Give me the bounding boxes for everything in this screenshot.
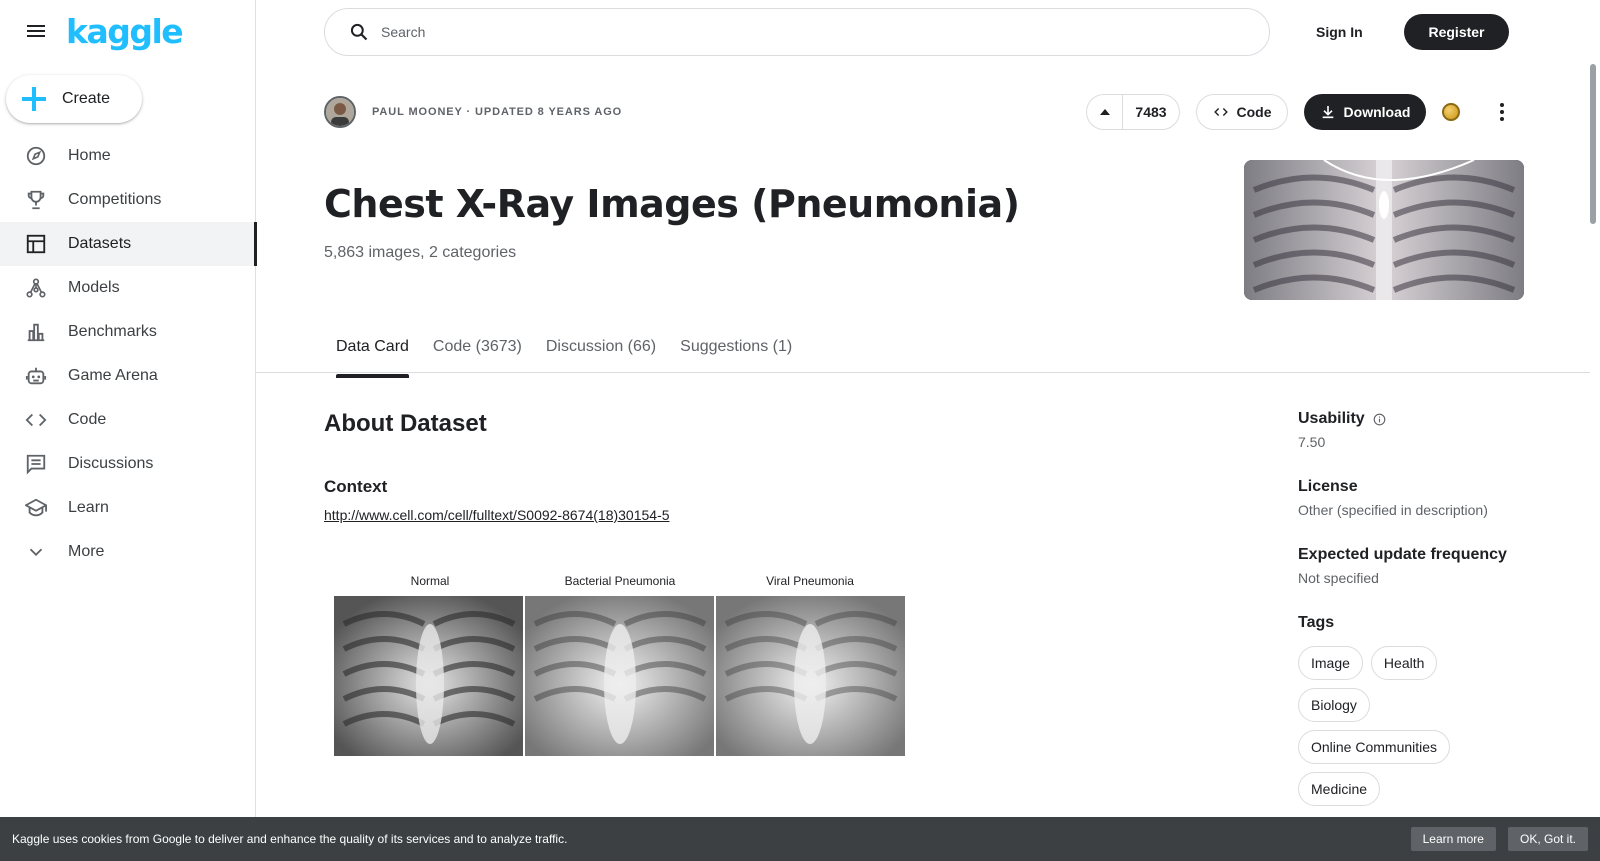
tags-label: Tags: [1298, 614, 1335, 631]
register-button[interactable]: Register: [1404, 14, 1509, 50]
sidebar-item-game-arena[interactable]: Game Arena: [0, 354, 256, 398]
dataset-tabs: Data Card Code (3673) Discussion (66) Su…: [336, 338, 792, 378]
sidebar-item-models[interactable]: Models: [0, 266, 256, 310]
figure-label-normal: Normal: [411, 574, 450, 588]
dataset-metadata-panel: Usability 7.50 License Other (specified …: [1298, 410, 1548, 806]
vote-count: 7483: [1135, 104, 1167, 120]
sidebar-item-label: Benchmarks: [68, 323, 157, 340]
upvote-control: 7483: [1086, 94, 1180, 130]
update-frequency-value: Not specified: [1298, 570, 1379, 586]
cookie-banner: Kaggle uses cookies from Google to deliv…: [0, 817, 1600, 861]
sidebar-item-label: More: [68, 543, 105, 560]
caret-up-icon: [1099, 109, 1110, 115]
sidebar: kaggle Create Home Competitions Datasets…: [0, 0, 257, 861]
code-icon: [24, 408, 48, 432]
comment-icon: [24, 452, 48, 476]
compass-icon: [24, 144, 48, 168]
sidebar-item-benchmarks[interactable]: Benchmarks: [0, 310, 256, 354]
sidebar-item-code[interactable]: Code: [0, 398, 256, 442]
page-scrollbar[interactable]: [1586, 0, 1600, 820]
cookie-message: Kaggle uses cookies from Google to deliv…: [12, 832, 568, 846]
sidebar-item-label: Models: [68, 279, 120, 296]
gold-medal-icon: [1442, 103, 1460, 121]
license-label: License: [1298, 478, 1358, 495]
models-icon: [24, 276, 48, 300]
ok-got-it-button[interactable]: OK, Got it.: [1507, 827, 1588, 851]
about-heading: About Dataset: [324, 410, 487, 437]
search-bar[interactable]: [324, 8, 1270, 56]
trophy-icon: [24, 188, 48, 212]
sidebar-item-label: Competitions: [68, 191, 162, 208]
tag-chip[interactable]: Medicine: [1298, 772, 1381, 806]
page-title: Chest X-Ray Images (Pneumonia): [324, 182, 1020, 226]
sidebar-item-label: Discussions: [68, 455, 154, 472]
usability-value: 7.50: [1298, 434, 1326, 450]
school-icon: [24, 496, 48, 520]
avatar[interactable]: [324, 96, 356, 128]
code-button-label: Code: [1236, 104, 1272, 120]
xray-comparison-figure: Normal Bacterial Pneumonia Viral Pneumon…: [334, 574, 906, 756]
plus-icon: [6, 86, 62, 112]
sidebar-item-label: Game Arena: [68, 367, 158, 384]
tab-discussion[interactable]: Discussion (66): [546, 338, 656, 372]
sign-in-button[interactable]: Sign In: [1300, 14, 1379, 50]
tab-code[interactable]: Code (3673): [433, 338, 522, 372]
tag-chip[interactable]: Image: [1298, 646, 1363, 680]
download-button-label: Download: [1343, 104, 1411, 120]
sidebar-item-label: Code: [68, 411, 107, 428]
sidebar-item-datasets[interactable]: Datasets: [0, 222, 257, 266]
tab-suggestions[interactable]: Suggestions (1): [680, 338, 792, 372]
dataset-cover-image: [1244, 160, 1524, 300]
more-options-icon[interactable]: [1488, 98, 1516, 126]
license-value: Other (specified in description): [1298, 502, 1488, 518]
sidebar-nav: Home Competitions Datasets Models Benchm…: [0, 134, 257, 574]
chevron-down-icon: [24, 540, 48, 564]
tabs-divider: [256, 372, 1590, 373]
download-icon: [1322, 106, 1333, 119]
context-link[interactable]: http://www.cell.com/cell/fulltext/S0092-…: [324, 507, 670, 523]
menu-icon[interactable]: [24, 20, 48, 44]
tab-data-card[interactable]: Data Card: [336, 338, 409, 378]
tag-list: Image Health Biology Online Communities …: [1298, 646, 1518, 806]
learn-more-button[interactable]: Learn more: [1410, 827, 1496, 851]
sidebar-item-label: Datasets: [68, 235, 132, 252]
create-button[interactable]: Create: [6, 75, 142, 123]
sidebar-item-learn[interactable]: Learn: [0, 486, 256, 530]
code-button[interactable]: Code: [1196, 94, 1288, 130]
sidebar-item-more[interactable]: More: [0, 530, 256, 574]
sidebar-item-discussions[interactable]: Discussions: [0, 442, 256, 486]
author-updated-line: PAUL MOONEY · UPDATED 8 YEARS AGO: [372, 106, 623, 118]
sidebar-item-label: Learn: [68, 499, 109, 516]
usability-label: Usability: [1298, 410, 1365, 427]
context-heading: Context: [324, 477, 388, 496]
update-frequency-label: Expected update frequency: [1298, 546, 1507, 563]
sidebar-item-label: Home: [68, 147, 111, 164]
figure-label-viral: Viral Pneumonia: [766, 574, 854, 588]
kaggle-logo[interactable]: kaggle: [66, 12, 184, 51]
tag-chip[interactable]: Health: [1370, 646, 1438, 680]
scrollbar-thumb[interactable]: [1590, 64, 1596, 224]
search-icon: [349, 22, 369, 42]
upvote-button[interactable]: [1087, 95, 1123, 129]
table-icon: [24, 232, 48, 256]
info-icon[interactable]: [1373, 413, 1386, 426]
bar-chart-icon: [24, 320, 48, 344]
robot-icon: [24, 364, 48, 388]
dataset-subtitle: 5,863 images, 2 categories: [324, 244, 517, 261]
tag-chip[interactable]: Biology: [1298, 688, 1370, 722]
sidebar-item-competitions[interactable]: Competitions: [0, 178, 256, 222]
tag-chip[interactable]: Online Communities: [1298, 730, 1451, 764]
sidebar-item-home[interactable]: Home: [0, 134, 256, 178]
download-button[interactable]: Download: [1304, 94, 1426, 130]
figure-label-bacterial: Bacterial Pneumonia: [565, 574, 676, 588]
code-icon: [1213, 108, 1228, 116]
create-label: Create: [62, 90, 111, 107]
search-input[interactable]: [381, 24, 1181, 40]
